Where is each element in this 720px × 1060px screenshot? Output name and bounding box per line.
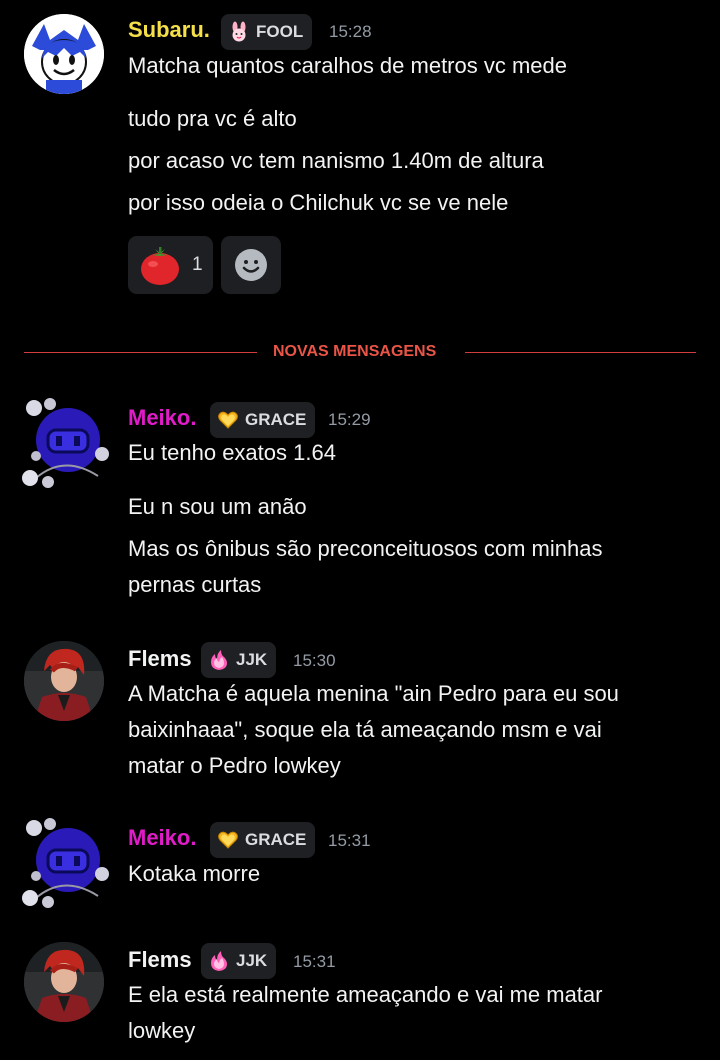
message-line: tudo pra vc é alto [128,106,297,131]
message-line: Matcha quantos caralhos de metros vc med… [128,53,568,78]
avatar-meiko[interactable] [18,394,110,490]
heart-icon [218,831,238,849]
author-name[interactable]: Flems [128,947,192,973]
message-meiko: Meiko. GRACE 15:29 Eu tenho exatos 1.64 … [0,380,720,610]
role-badge-label: GRACE [245,830,307,849]
role-badge[interactable]: FOOL [221,14,313,50]
divider-line-right [465,352,696,353]
message-line: matar o Pedro lowkey [128,753,341,778]
avatar-flems[interactable] [24,641,104,721]
author-name[interactable]: Subaru. [128,17,210,43]
add-reaction-button[interactable] [221,236,281,294]
reaction-tomato[interactable]: 1 [128,236,213,294]
role-badge[interactable]: GRACE [210,402,316,438]
message-line: pernas curtas [128,572,262,597]
message-line: A Matcha é aquela menina "ain Pedro para… [128,681,619,706]
role-badge-label: FOOL [256,22,304,41]
avatar-subaru[interactable] [24,14,104,94]
avatar-flems[interactable] [24,942,104,1022]
role-badge[interactable]: JJK [201,642,277,678]
role-badge[interactable]: JJK [201,943,277,979]
message-line: Eu n sou um anão [128,494,307,519]
timestamp: 15:31 [328,831,371,850]
message-line: por acaso vc tem nanismo 1.40m de altura [128,148,544,173]
add-reaction-icon [235,249,267,281]
role-badge-label: JJK [236,650,268,669]
message-line: Mas os ônibus são preconceituosos com mi… [128,536,603,561]
message-flems: Flems JJK 15:31 E ela está realmente ame… [0,921,720,1060]
role-badge[interactable]: GRACE [210,822,316,858]
divider-label: NOVAS MENSAGENS [273,343,437,360]
message-line: por isso odeia o Chilchuk vc se ve nele [128,190,509,215]
bunny-icon [232,21,246,42]
heart-icon [218,411,238,429]
message-line: lowkey [128,1018,196,1043]
author-name[interactable]: Meiko. [128,825,196,851]
timestamp: 15:31 [293,952,336,971]
avatar-meiko[interactable] [18,814,110,910]
author-name[interactable]: Meiko. [128,405,196,431]
timestamp: 15:30 [293,651,336,670]
message-flems: Flems JJK 15:30 A Matcha é aquela menina… [0,620,720,790]
reaction-count: 1 [192,254,203,275]
role-badge-label: JJK [236,951,268,970]
timestamp: 15:28 [329,22,372,41]
role-badge-label: GRACE [245,410,307,429]
message-line: Kotaka morre [128,861,261,886]
tomato-icon [141,247,179,285]
flame-icon [211,951,227,971]
message-line: Eu tenho exatos 1.64 [128,440,336,465]
divider-line-left [24,352,257,353]
message-meiko: Meiko. GRACE 15:31 Kotaka morre [0,800,720,920]
author-name[interactable]: Flems [128,646,192,672]
timestamp: 15:29 [328,410,371,429]
message-line: E ela está realmente ameaçando e vai me … [128,982,603,1007]
message-subaru: Subaru. FOOL 15:28 Matcha quantos caralh… [0,0,720,300]
message-line: baixinhaaa", soque ela tá ameaçando msm … [128,717,602,742]
flame-icon [211,650,227,670]
